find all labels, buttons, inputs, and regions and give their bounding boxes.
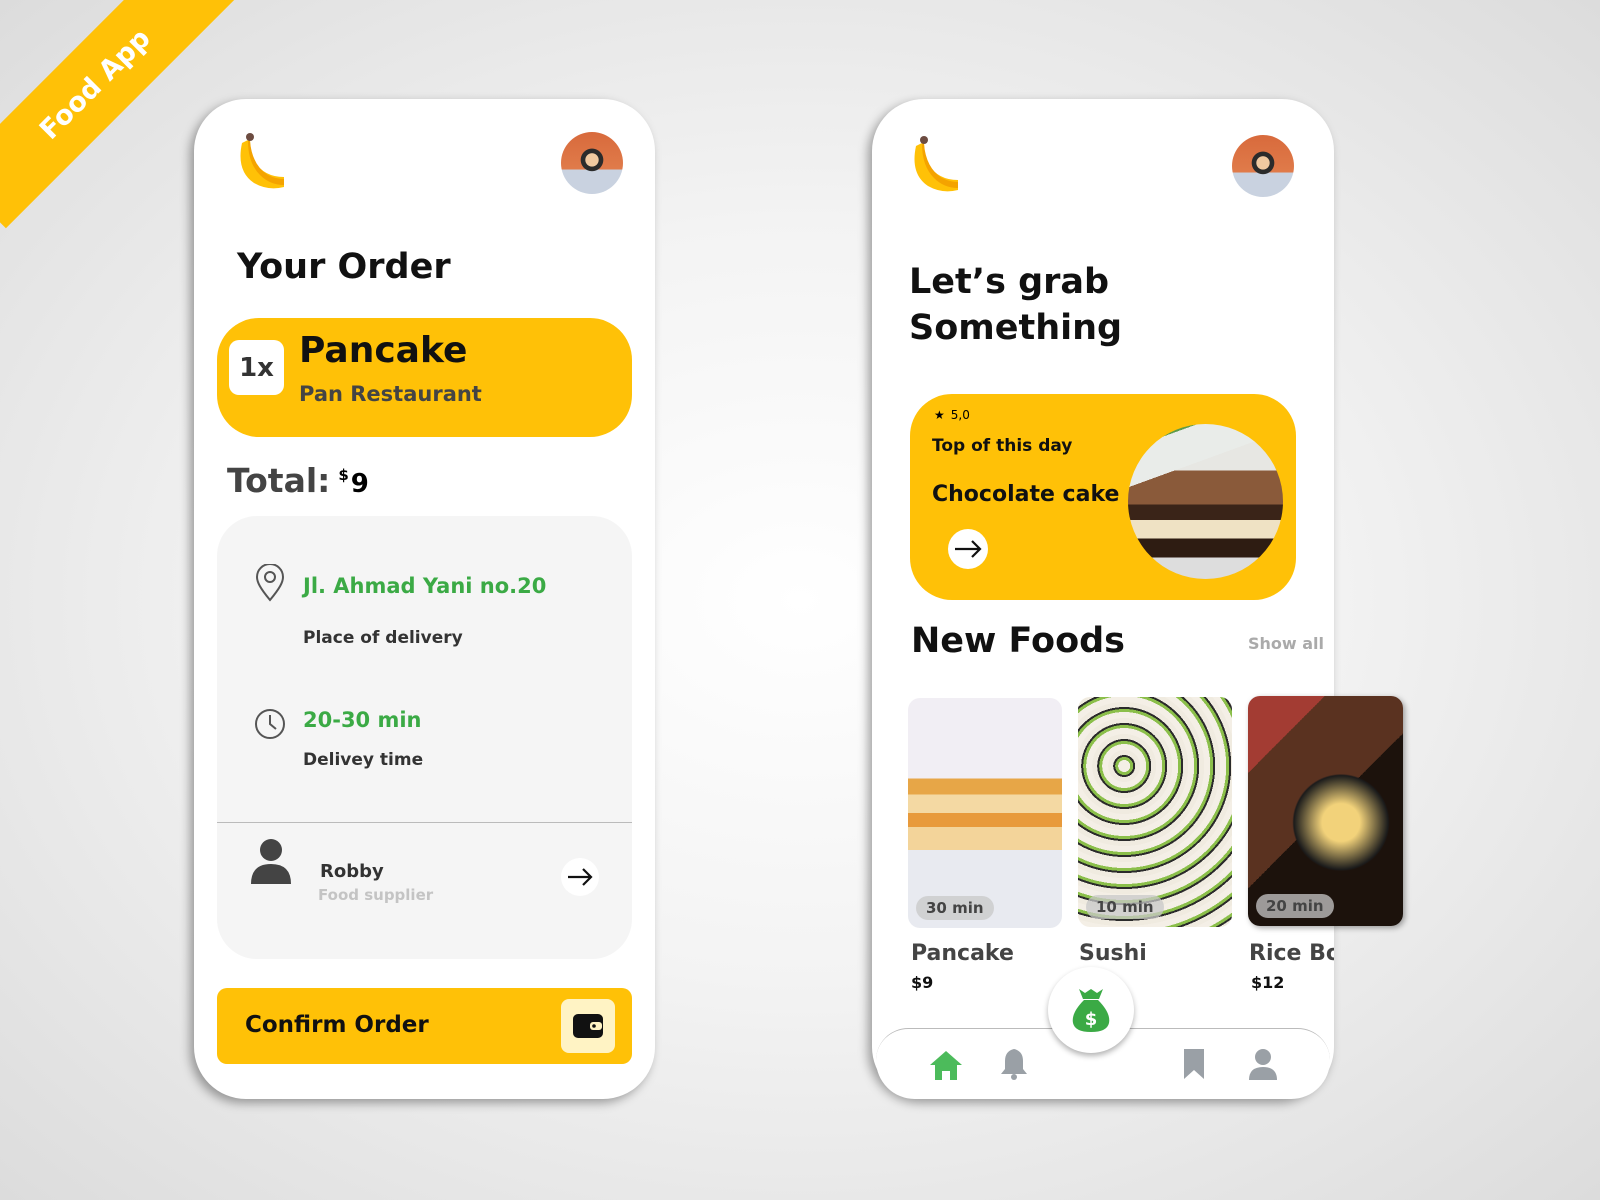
- bookmark-icon[interactable]: [1183, 1048, 1205, 1080]
- chocolate-cake-image: [1128, 424, 1283, 579]
- food-name: Rice Bowl: [1249, 941, 1334, 966]
- supplier-role: Food supplier: [318, 886, 434, 904]
- food-card[interactable]: 30 min: [908, 698, 1062, 928]
- order-item-card[interactable]: 1x Pancake Pan Restaurant: [217, 318, 632, 437]
- food-card[interactable]: 20 min: [1248, 696, 1403, 926]
- food-price: $9: [911, 973, 934, 992]
- banana-logo-icon: [914, 136, 958, 192]
- greeting-line-1: Let’s grab: [909, 262, 1110, 302]
- food-name: Pancake: [911, 941, 1014, 966]
- total-currency: $: [338, 466, 349, 484]
- confirm-order-button[interactable]: Confirm Order: [217, 988, 632, 1064]
- arrow-right-icon: [955, 540, 982, 558]
- new-foods-title: New Foods: [911, 621, 1126, 661]
- home-screen: Let’s grab Something ★ 5,0 Top of this da…: [872, 99, 1403, 1099]
- money-bag-icon: $: [1072, 989, 1110, 1032]
- location-pin-icon: [255, 564, 285, 602]
- delivery-panel: Jl. Ahmad Yani no.20 Place of delivery 2…: [217, 516, 632, 959]
- wallet-icon: [561, 999, 615, 1053]
- avatar[interactable]: [1232, 135, 1294, 197]
- show-all-link[interactable]: Show all: [1248, 634, 1324, 653]
- banana-logo-icon: [240, 133, 284, 189]
- divider: [217, 822, 632, 823]
- featured-name: Chocolate cake: [932, 482, 1120, 507]
- total: Total: $ 9: [227, 461, 369, 500]
- greeting-title: Let’s grab Something: [909, 259, 1122, 351]
- featured-card[interactable]: ★ 5,0 Top of this day Chocolate cake: [910, 394, 1296, 600]
- wallet-nav-button[interactable]: $: [1048, 967, 1134, 1053]
- time-badge: 10 min: [1086, 895, 1164, 919]
- avatar[interactable]: [561, 132, 623, 194]
- page-title: Your Order: [237, 247, 451, 287]
- user-icon[interactable]: [1248, 1048, 1278, 1080]
- person-icon: [251, 839, 291, 884]
- ribbon-label: Food App: [33, 22, 157, 146]
- total-label: Total:: [227, 461, 331, 500]
- delivery-time: 20-30 min: [303, 708, 422, 732]
- bell-icon[interactable]: [999, 1047, 1029, 1081]
- star-icon: ★: [934, 408, 945, 422]
- featured-tagline: Top of this day: [932, 436, 1073, 456]
- rating-value: 5,0: [950, 408, 970, 422]
- greeting-line-2: Something: [909, 308, 1123, 348]
- item-name: Pancake: [299, 330, 468, 371]
- delivery-time-label: Delivey time: [303, 750, 424, 770]
- rating: ★ 5,0: [934, 408, 970, 422]
- arrow-right-icon: [568, 868, 593, 886]
- address-label: Place of delivery: [303, 628, 463, 648]
- quantity-badge: 1x: [229, 340, 284, 395]
- food-price: $12: [1251, 973, 1285, 992]
- confirm-order-label: Confirm Order: [245, 1012, 429, 1038]
- total-amount: 9: [350, 469, 369, 499]
- time-badge: 20 min: [1256, 894, 1334, 918]
- order-screen: Your Order 1x Pancake Pan Restaurant Tot…: [194, 99, 655, 1099]
- food-name: Sushi: [1079, 941, 1147, 966]
- time-badge: 30 min: [916, 896, 994, 920]
- clock-icon: [255, 709, 285, 739]
- delivery-address[interactable]: Jl. Ahmad Yani no.20: [303, 574, 546, 598]
- svg-text:$: $: [1085, 1009, 1098, 1030]
- featured-arrow-button[interactable]: [948, 529, 988, 569]
- food-card[interactable]: 10 min: [1078, 697, 1232, 927]
- supplier-arrow-button[interactable]: [561, 858, 599, 896]
- restaurant-name: Pan Restaurant: [299, 382, 482, 406]
- supplier-name: Robby: [320, 861, 384, 882]
- home-icon[interactable]: [929, 1049, 963, 1081]
